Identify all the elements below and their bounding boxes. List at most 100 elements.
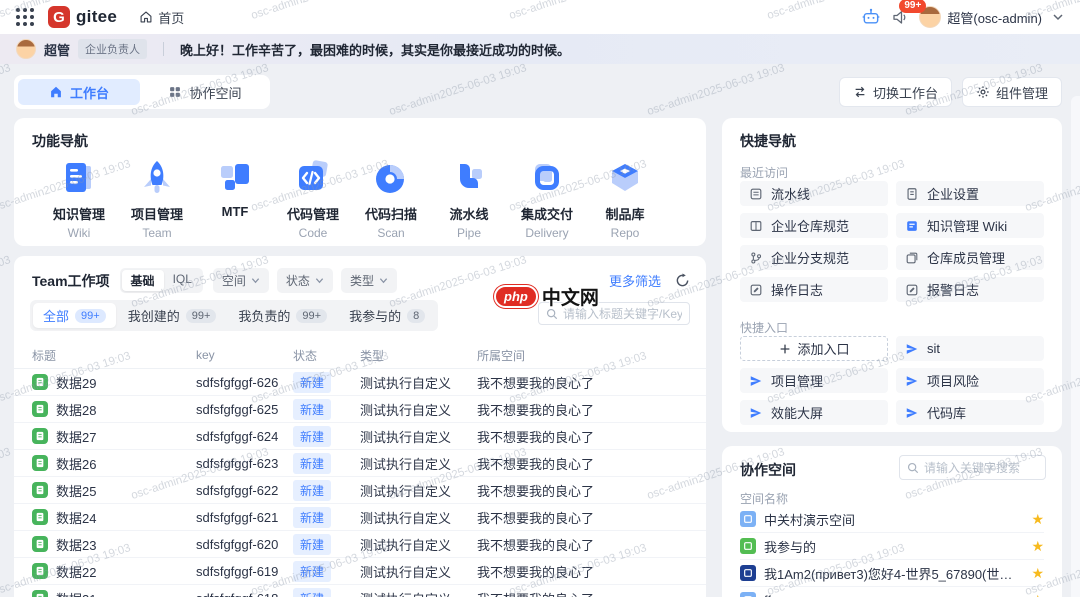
entry-item-label: 代码库 [927, 403, 966, 422]
gitee-logo[interactable]: G gitee [48, 6, 117, 28]
entry-item[interactable]: 效能大屏 [740, 400, 888, 425]
function-nav-item[interactable]: 制品库 Repo [586, 158, 664, 240]
wiki-icon [905, 219, 919, 233]
space-row[interactable]: 中关村演示空间 ★ [740, 506, 1044, 533]
space-row[interactable]: ff ★ [740, 587, 1044, 597]
function-item-sublabel: Code [299, 226, 328, 240]
notification-badge: 99+ [899, 0, 926, 13]
table-row[interactable]: 数据23 sdfsfgfggf-620 新建 测试执行自定义 我不想要我的良心了 [14, 531, 706, 558]
workitem-title[interactable]: 数据22 [56, 562, 96, 581]
space-name: 我1Am2(привет3)您好4-世界5_67890(世界)-结世界123..… [764, 564, 1023, 583]
segment-option[interactable]: IQL [164, 270, 201, 291]
assistant-robot-icon[interactable] [861, 7, 881, 27]
recent-item[interactable]: 企业仓库规范 [740, 213, 888, 238]
workitem-title[interactable]: 数据24 [56, 508, 96, 527]
table-row[interactable]: 数据28 sdfsfgfggf-625 新建 测试执行自定义 我不想要我的良心了 [14, 396, 706, 423]
workitem-type-icon [32, 401, 48, 417]
function-item-label: 制品库 [605, 204, 644, 223]
entry-item[interactable]: 项目风险 [896, 368, 1044, 393]
space-name: 中关村演示空间 [764, 510, 855, 529]
workitem-type-icon [32, 482, 48, 498]
entry-item[interactable]: sit [896, 336, 1044, 361]
table-row[interactable]: 数据29 sdfsfgfggf-626 新建 测试执行自定义 我不想要我的良心了 [14, 369, 706, 396]
star-icon[interactable]: ★ [1031, 565, 1044, 582]
add-entry-label: 添加入口 [797, 339, 849, 358]
filter-dropdown[interactable]: 空间 [213, 268, 269, 293]
workitem-title[interactable]: 数据28 [56, 400, 96, 419]
entry-item[interactable]: 代码库 [896, 400, 1044, 425]
function-item-label: 代码管理 [287, 204, 339, 223]
tab-workbench[interactable]: 工作台 [18, 79, 140, 105]
status-badge: 新建 [293, 507, 331, 528]
recent-item[interactable]: 企业分支规范 [740, 245, 888, 270]
scope-chip[interactable]: 我创建的 99+ [118, 303, 227, 328]
table-row[interactable]: 数据22 sdfsfgfggf-619 新建 测试执行自定义 我不想要我的良心了 [14, 558, 706, 585]
user-menu[interactable]: 超管(osc-admin) [919, 6, 1042, 28]
blocks-icon [168, 85, 182, 99]
recent-item[interactable]: 知识管理 Wiki [896, 213, 1044, 238]
function-nav-item[interactable]: 知识管理 Wiki [40, 158, 118, 240]
nav-home-link[interactable]: 首页 [139, 8, 184, 27]
function-nav-item[interactable]: MTF [196, 158, 274, 240]
filter-dropdown[interactable]: 类型 [341, 268, 397, 293]
workitem-space: 我不想要我的良心了 [477, 508, 688, 527]
workitem-type-icon [32, 590, 48, 597]
space-row[interactable]: 我1Am2(привет3)您好4-世界5_67890(世界)-结世界123..… [740, 560, 1044, 587]
caret-down-icon [251, 276, 260, 285]
workitem-key: sdfsfgfggf-621 [196, 510, 293, 525]
watermark-text: osc-admin2025-06-03 19:03 [646, 62, 787, 118]
switch-workbench-label: 切换工作台 [873, 83, 938, 102]
scope-chip[interactable]: 我负责的 99+ [228, 303, 337, 328]
chevron-down-icon[interactable] [1052, 11, 1064, 23]
recent-item[interactable]: 仓库成员管理 [896, 245, 1044, 270]
tab-collab-space[interactable]: 协作空间 [144, 79, 266, 105]
function-nav-item[interactable]: 项目管理 Team [118, 158, 196, 240]
collab-panel-title: 协作空间 [740, 460, 796, 480]
workitem-title[interactable]: 数据25 [56, 481, 96, 500]
table-row[interactable]: 数据27 sdfsfgfggf-624 新建 测试执行自定义 我不想要我的良心了 [14, 423, 706, 450]
filter-dropdown[interactable]: 状态 [277, 268, 333, 293]
scope-chip[interactable]: 我参与的 8 [339, 303, 435, 328]
scrollbar-track[interactable] [1071, 96, 1080, 597]
column-header: 状态 [293, 347, 360, 364]
function-nav-item[interactable]: 代码管理 Code [274, 158, 352, 240]
function-item-sublabel: Pipe [457, 226, 481, 240]
app-launcher-icon[interactable] [16, 8, 34, 26]
entry-item[interactable]: 项目管理 [740, 368, 888, 393]
switch-workbench-button[interactable]: 切换工作台 [839, 77, 952, 107]
function-nav-item[interactable]: 代码扫描 Scan [352, 158, 430, 240]
recent-item[interactable]: 流水线 [740, 181, 888, 206]
workitem-title[interactable]: 数据26 [56, 454, 96, 473]
workitem-title[interactable]: 数据27 [56, 427, 96, 446]
space-row[interactable]: 我参与的 ★ [740, 533, 1044, 560]
caret-down-icon [379, 276, 388, 285]
recent-item[interactable]: 企业设置 [896, 181, 1044, 206]
workitem-title[interactable]: 数据29 [56, 373, 96, 392]
scope-chip[interactable]: 全部 99+ [33, 303, 116, 328]
more-filter-link[interactable]: 更多筛选 [609, 271, 661, 290]
add-entry-button[interactable]: 添加入口 [740, 336, 888, 361]
recent-item[interactable]: 报警日志 [896, 277, 1044, 302]
recent-item[interactable]: 操作日志 [740, 277, 888, 302]
star-icon[interactable]: ★ [1031, 538, 1044, 555]
table-row[interactable]: 数据24 sdfsfgfggf-621 新建 测试执行自定义 我不想要我的良心了 [14, 504, 706, 531]
column-header: 类型 [360, 347, 477, 364]
table-row[interactable]: 数据25 sdfsfgfggf-622 新建 测试执行自定义 我不想要我的良心了 [14, 477, 706, 504]
star-icon[interactable]: ★ [1031, 592, 1044, 597]
table-row[interactable]: 数据26 sdfsfgfggf-623 新建 测试执行自定义 我不想要我的良心了 [14, 450, 706, 477]
function-nav-item[interactable]: 流水线 Pipe [430, 158, 508, 240]
announcement-icon[interactable]: 99+ [891, 8, 909, 26]
workitem-title[interactable]: 数据23 [56, 535, 96, 554]
watermark-text: osc-admin2025-06-03 19:03 [0, 254, 12, 310]
refresh-icon[interactable] [675, 273, 690, 288]
segment-option[interactable]: 基础 [122, 270, 164, 291]
workitem-space: 我不想要我的良心了 [477, 454, 688, 473]
table-row[interactable]: 数据21 sdfsfgfggf-618 新建 测试执行自定义 我不想要我的良心了 [14, 585, 706, 597]
star-icon[interactable]: ★ [1031, 511, 1044, 528]
function-nav-item[interactable]: 集成交付 Delivery [508, 158, 586, 240]
collab-search-input[interactable] [924, 461, 1038, 475]
workitem-title[interactable]: 数据21 [56, 589, 96, 597]
space-icon [740, 511, 756, 527]
component-manage-button[interactable]: 组件管理 [962, 77, 1062, 107]
workitem-key: sdfsfgfggf-624 [196, 429, 293, 444]
